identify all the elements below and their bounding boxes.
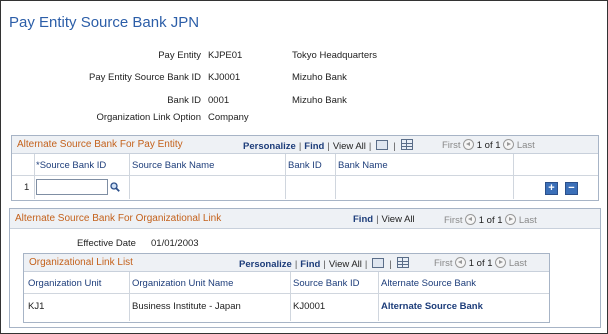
effective-date-value: 01/01/2003 [151,238,199,249]
group2-last[interactable]: Last [519,215,537,226]
org-link-option-label: Organization Link Option [96,112,201,123]
org-unit-name-cell: Business Institute - Japan [132,301,241,312]
first-arrow-icon[interactable] [465,214,477,225]
col-bank-id[interactable]: Bank ID [288,160,322,171]
divider [513,154,514,199]
grid-download-icon[interactable] [396,257,409,268]
grid1-nav: Personalize | Find | View All | | [243,139,415,152]
divider [129,272,130,321]
grid1-last[interactable]: Last [517,140,535,151]
view-all-zoom-icon[interactable] [372,258,385,268]
list-header: Organizational Link List Personalize | Fin… [24,254,549,272]
divider [129,154,130,199]
last-arrow-icon[interactable] [505,214,517,225]
page-title: Pay Entity Source Bank JPN [9,14,200,31]
col-alternate-source-bank[interactable]: Alternate Source Bank [381,278,476,289]
list-find-link[interactable]: Find [300,259,320,270]
divider [290,272,291,321]
delete-row-icon[interactable]: − [565,182,578,195]
grid1-title: Alternate Source Bank For Pay Entity [17,139,183,150]
col-organization-unit-name[interactable]: Organization Unit Name [132,278,233,289]
pay-entity-label: Pay Entity [158,50,201,61]
first-arrow-icon[interactable] [455,257,467,268]
org-link-option-value: Company [208,112,249,123]
group2-pager: First 1 of 1 Last [444,214,537,226]
org-link-group: Alternate Source Bank For Organizational… [9,208,601,328]
alt-source-bank-cell: Alternate Source Bank [381,301,483,312]
group2-view-all-link[interactable]: View All [382,214,415,225]
divider [378,272,379,321]
list-title: Organizational Link List [29,257,133,268]
list-view-all-link[interactable]: View All [329,259,362,270]
grid1-range: 1 of 1 [476,140,501,151]
list-nav: Personalize | Find | View All | | [239,257,411,270]
list-pager: First 1 of 1 Last [434,257,527,269]
list-last[interactable]: Last [509,258,527,269]
row-number: 1 [24,182,30,193]
divider [34,154,35,199]
org-unit-cell: KJ1 [28,301,45,312]
group2-header: Alternate Source Bank For Organizational… [10,209,600,229]
grid1-personalize-link[interactable]: Personalize [243,141,296,152]
bank-id-label: Bank ID [167,95,201,106]
alternate-source-bank-link[interactable]: Alternate Source Bank [381,301,483,312]
org-link-list-grid: Organizational Link List Personalize | Fin… [23,253,550,323]
group2-title: Alternate Source Bank For Organizational… [15,213,222,224]
divider [12,175,598,176]
pay-entity-source-bank-value: KJ0001 [208,72,241,83]
group2-nav: Find | View All [353,214,415,225]
last-arrow-icon[interactable] [495,257,507,268]
grid1-pager: First 1 of 1 Last [442,139,535,151]
bank-id-desc: Mizuho Bank [292,95,347,106]
pay-entity-source-bank-desc: Mizuho Bank [292,72,347,83]
divider [24,293,549,294]
list-personalize-link[interactable]: Personalize [239,259,292,270]
pay-entity-source-bank-label: Pay Entity Source Bank ID [89,72,201,83]
effective-date-label: Effective Date [77,238,136,249]
list-range: 1 of 1 [468,258,493,269]
pay-entity-desc: Tokyo Headquarters [292,50,378,61]
source-bank-id-input[interactable] [36,179,108,195]
page-frame: Pay Entity Source Bank JPN Pay Entity KJ… [0,0,608,334]
grid1-header: Alternate Source Bank For Pay Entity Per… [12,136,598,154]
pay-entity-value: KJPE01 [208,50,243,61]
alternate-source-bank-grid: Alternate Source Bank For Pay Entity Per… [11,135,599,201]
col-organization-unit[interactable]: Organization Unit [28,278,101,289]
grid1-view-all-link[interactable]: View All [333,141,366,152]
col-source-bank-id[interactable]: Source Bank ID [293,278,360,289]
grid-download-icon[interactable] [400,139,413,150]
add-row-icon[interactable]: + [545,182,558,195]
list-first[interactable]: First [434,258,452,269]
lookup-lens-icon[interactable] [110,182,120,192]
col-bank-name[interactable]: Bank Name [338,160,388,171]
col-source-bank-name[interactable]: Source Bank Name [132,160,214,171]
col-source-bank-id[interactable]: *Source Bank ID [36,160,106,171]
divider [285,154,286,199]
group2-find-link[interactable]: Find [353,214,373,225]
divider [335,154,336,199]
grid1-find-link[interactable]: Find [304,141,324,152]
first-arrow-icon[interactable] [463,139,475,150]
group2-range: 1 of 1 [478,215,503,226]
last-arrow-icon[interactable] [503,139,515,150]
group2-first[interactable]: First [444,215,462,226]
grid1-first[interactable]: First [442,140,460,151]
source-bank-id-cell: KJ0001 [293,301,326,312]
bank-id-value: 0001 [208,95,230,106]
view-all-zoom-icon[interactable] [376,140,389,150]
